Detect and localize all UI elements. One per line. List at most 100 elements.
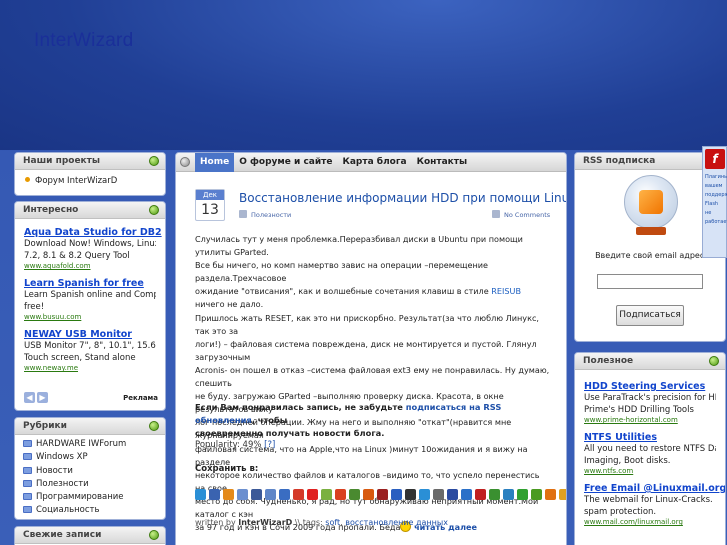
- share-service-icon[interactable]: [321, 489, 332, 500]
- toggle-icon[interactable]: [709, 356, 719, 366]
- prev-arrow-icon[interactable]: ◀: [24, 392, 35, 403]
- ad-title[interactable]: Learn Spanish for free: [24, 278, 156, 289]
- main-content: Home О форуме и сайте Карта блога Контак…: [175, 152, 567, 545]
- ad-url[interactable]: www.prime-horizontal.com: [584, 416, 716, 424]
- share-service-icon[interactable]: [405, 489, 416, 500]
- share-service-icon[interactable]: [391, 489, 402, 500]
- share-service-icon[interactable]: [363, 489, 374, 500]
- share-service-icon[interactable]: [503, 489, 514, 500]
- share-service-icon[interactable]: [195, 489, 206, 500]
- share-service-icon[interactable]: [461, 489, 472, 500]
- post-line: Случилась тут у меня проблемка.Переразби…: [195, 234, 523, 258]
- next-arrow-icon[interactable]: ▶: [37, 392, 48, 403]
- rss-icon: [639, 190, 663, 214]
- share-service-icon[interactable]: [279, 489, 290, 500]
- category-label[interactable]: HARDWARE IWForum: [36, 439, 126, 449]
- ad-text: Download Now! Windows, Linux, O: [24, 239, 156, 249]
- share-service-icon[interactable]: [349, 489, 360, 500]
- ad-url[interactable]: www.neway.me: [24, 364, 156, 372]
- share-service-icon[interactable]: [293, 489, 304, 500]
- flash-plugin-notice[interactable]: f Плагины вашем поддержка Flash не работает: [702, 146, 727, 258]
- category-item[interactable]: Новости: [15, 465, 165, 478]
- share-service-icon[interactable]: [335, 489, 346, 500]
- ad-url[interactable]: www.busuu.com: [24, 313, 156, 321]
- post-comments[interactable]: No Comments: [492, 210, 550, 219]
- category-label[interactable]: Полезности: [36, 479, 89, 489]
- subscribe-note: Если Вам понравилась запись, не забудьте…: [195, 402, 502, 438]
- share-service-icon[interactable]: [223, 489, 234, 500]
- share-service-icon[interactable]: [531, 489, 542, 500]
- ad-text: All you need to restore NTFS Data: [584, 444, 716, 454]
- category-label[interactable]: Программирование: [36, 492, 124, 502]
- toggle-icon[interactable]: [149, 205, 159, 215]
- share-service-icon[interactable]: [559, 489, 566, 500]
- share-service-icon[interactable]: [237, 489, 248, 500]
- share-service-icon[interactable]: [265, 489, 276, 500]
- toggle-icon[interactable]: [149, 530, 159, 540]
- share-service-icon[interactable]: [545, 489, 556, 500]
- share-service-icon[interactable]: [377, 489, 388, 500]
- popularity-help-link[interactable]: [?]: [264, 440, 275, 450]
- post-category[interactable]: Полезности: [239, 210, 291, 219]
- nav-sitemap[interactable]: Карта блога: [337, 153, 411, 172]
- category-label[interactable]: Windows XP: [36, 452, 88, 462]
- category-label[interactable]: Новости: [36, 466, 73, 476]
- ad-text: 7.2, 8.1 & 8.2 Query Tool: [24, 251, 130, 261]
- ad-title[interactable]: NTFS Utilities: [584, 432, 716, 443]
- author-link[interactable]: InterWizarD: [238, 518, 292, 527]
- bullet-icon: [25, 177, 30, 182]
- nav-bullet-icon: [180, 157, 190, 167]
- share-service-icon[interactable]: [433, 489, 444, 500]
- share-service-icon[interactable]: [447, 489, 458, 500]
- post-line: логи!) – файловая система повреждена, ди…: [195, 338, 537, 362]
- share-service-icon[interactable]: [517, 489, 528, 500]
- category-item[interactable]: Программирование: [15, 491, 165, 504]
- category-item[interactable]: Windows XP: [15, 451, 165, 464]
- share-service-icon[interactable]: [251, 489, 262, 500]
- ad-url[interactable]: www.ntfs.com: [584, 467, 716, 475]
- nav-home[interactable]: Home: [195, 153, 235, 172]
- share-service-icon[interactable]: [209, 489, 220, 500]
- category-item[interactable]: Социальность: [15, 504, 165, 517]
- category-link[interactable]: Полезности: [251, 211, 291, 219]
- comments-link[interactable]: No Comments: [504, 211, 550, 219]
- reisub-link[interactable]: REISUB: [491, 286, 521, 296]
- ad-text: Prime's HDD Drilling Tools: [584, 405, 694, 415]
- site-title[interactable]: InterWizard: [34, 30, 133, 52]
- post-title[interactable]: Восстановление информации HDD при помощи…: [239, 191, 566, 205]
- subscribe-button[interactable]: Подписаться: [616, 305, 684, 326]
- post-line: Acronis- он пошел в отказ –система файло…: [195, 364, 550, 389]
- ad-url[interactable]: www.aquafold.com: [24, 262, 156, 270]
- nav-about[interactable]: О форуме и сайте: [234, 153, 337, 172]
- ad-title[interactable]: Aqua Data Studio for DB2: [24, 227, 162, 238]
- toggle-icon[interactable]: [149, 156, 159, 166]
- share-service-icon[interactable]: [307, 489, 318, 500]
- category-label[interactable]: Социальность: [36, 505, 100, 515]
- category-item[interactable]: HARDWARE IWForum: [15, 438, 165, 451]
- ad-title[interactable]: NEWAY USB Monitor: [24, 329, 156, 340]
- tag-link[interactable]: soft: [325, 518, 340, 527]
- widget-rubrics: Рубрики HARDWARE IWForum Windows XP Ново…: [14, 417, 166, 520]
- widget-title: Рубрики: [23, 421, 67, 431]
- widget-interesting: Интересно Aqua Data Studio for DB2 Downl…: [14, 201, 166, 411]
- top-nav: Home О форуме и сайте Карта блога Контак…: [176, 153, 566, 172]
- project-link[interactable]: Форум InterWizarD: [15, 170, 165, 192]
- project-label[interactable]: Форум InterWizarD: [35, 176, 117, 186]
- ad-label[interactable]: Реклама: [123, 394, 158, 402]
- flash-text-line: вашем: [705, 183, 723, 189]
- ad-url[interactable]: www.mail.com/linuxmail.org: [584, 518, 716, 526]
- ad-title[interactable]: HDD Steering Services: [584, 381, 716, 392]
- save-label: Сохранить в:: [195, 464, 259, 474]
- category-item[interactable]: Полезности: [15, 478, 165, 491]
- ad-block: Learn Spanish for free Learn Spanish onl…: [15, 276, 165, 321]
- share-service-icon[interactable]: [475, 489, 486, 500]
- nav-contacts[interactable]: Контакты: [412, 153, 473, 172]
- comments-icon: [492, 210, 500, 218]
- tag-link[interactable]: восстановление данных: [345, 518, 448, 527]
- email-input[interactable]: [597, 274, 703, 289]
- ad-title[interactable]: Free Email @Linuxmail.org: [584, 483, 725, 494]
- flash-text-line: Плагины: [705, 174, 727, 180]
- share-service-icon[interactable]: [489, 489, 500, 500]
- share-service-icon[interactable]: [419, 489, 430, 500]
- toggle-icon[interactable]: [149, 421, 159, 431]
